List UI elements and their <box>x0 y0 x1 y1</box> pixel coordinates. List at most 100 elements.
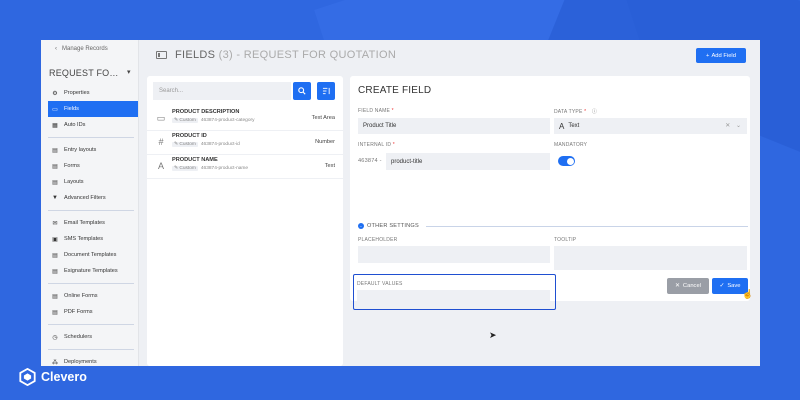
mandatory-toggle[interactable] <box>558 156 575 166</box>
field-list-item[interactable]: A PRODUCT NAME ✎ Custom 463874-product-name… <box>147 155 343 179</box>
chevron-down-icon[interactable]: ▾ <box>127 68 131 78</box>
sidebar-item-label: Advanced Filters <box>64 195 106 201</box>
other-settings-toggle[interactable]: − OTHER SETTINGS <box>358 221 748 231</box>
sidebar-item-label: Layouts <box>64 179 84 185</box>
field-list-panel: Search... ▭ PRODUCT DESCRIPTION ✎ Custom 46… <box>147 76 343 366</box>
sidebar-item-email-templates[interactable]: ✉ Email Templates <box>48 215 138 231</box>
textarea-icon: ▭ <box>156 113 166 123</box>
field-item-type: Text <box>324 163 335 169</box>
sidebar-item-label: Online Forms <box>64 293 98 299</box>
sidebar-item-fields[interactable]: ▭ Fields <box>48 101 138 117</box>
custom-badge: ✎ Custom <box>172 142 198 147</box>
field-list-item[interactable]: # PRODUCT ID ✎ Custom 463874-product-id Numb… <box>147 131 343 155</box>
back-link[interactable]: ‹ Manage Records <box>55 46 108 52</box>
sidebar-item-forms[interactable]: ▤ Forms <box>48 158 138 174</box>
tooltip-input[interactable] <box>554 246 747 270</box>
custom-badge: ✎ Custom <box>172 166 198 171</box>
sidebar-divider <box>48 283 134 284</box>
cancel-button[interactable]: ✕ Cancel <box>667 278 709 294</box>
default-values-highlight <box>353 274 556 310</box>
hash-icon: # <box>158 137 164 147</box>
field-item-type: Number <box>315 139 335 145</box>
field-item-type: Text Area <box>311 115 335 121</box>
field-icon: ▭ <box>52 106 58 113</box>
field-item-meta: ✎ Custom 463874-product-category <box>172 118 255 123</box>
doc-icon: ▤ <box>52 268 58 275</box>
sidebar-item-label: Entry layouts <box>64 147 97 153</box>
gear-icon: ⚙ <box>52 90 58 97</box>
doc-icon: ▤ <box>52 309 58 316</box>
add-field-button[interactable]: + Add Field <box>696 48 746 63</box>
sidebar-divider <box>48 349 134 350</box>
clear-icon[interactable]: ✕ <box>725 123 730 129</box>
field-list-item[interactable]: ▭ PRODUCT DESCRIPTION ✎ Custom 463874-produ… <box>147 107 343 131</box>
mouse-pointer-icon: ➤ <box>489 330 497 340</box>
field-name-label: FIELD NAME * <box>358 108 394 114</box>
sidebar-item-label: Document Templates <box>64 252 117 258</box>
sidebar-item-auto-ids[interactable]: ▦ Auto IDs <box>48 117 138 133</box>
placeholder-label: PLACEHOLDER <box>358 237 398 243</box>
field-name-input[interactable]: Product Title <box>358 118 550 134</box>
filter-icon: ▼ <box>52 195 58 201</box>
field-item-meta: ✎ Custom 463874-product-id <box>172 142 240 147</box>
sort-button[interactable] <box>317 82 335 100</box>
sidebar-item-properties[interactable]: ⚙ Properties <box>48 85 138 101</box>
sidebar-item-label: Deployments <box>64 359 97 365</box>
field-item-name: PRODUCT ID <box>172 133 207 139</box>
sidebar-item-layouts[interactable]: ▤ Layouts <box>48 174 138 190</box>
sidebar-item-label: Email Templates <box>64 220 105 226</box>
sidebar-item-schedulers[interactable]: ◷ Schedulers <box>48 329 138 345</box>
sidebar-item-label: Esignature Templates <box>64 268 118 274</box>
sidebar-item-label: Forms <box>64 163 80 169</box>
sidebar-item-online-forms[interactable]: ▤ Online Forms <box>48 288 138 304</box>
sidebar-title: REQUEST FOR QU... ▾ <box>49 68 131 78</box>
sidebar-divider <box>48 210 134 211</box>
chevron-left-icon: ‹ <box>55 46 57 52</box>
collapse-icon: − <box>358 223 364 229</box>
data-type-select[interactable]: A Text ✕ ⌄ <box>554 118 747 134</box>
clock-icon: ◷ <box>52 334 58 341</box>
hand-cursor-icon: ☝ <box>742 289 754 299</box>
app-window: ‹ Manage Records REQUEST FOR QU... ▾ ⚙ Pr… <box>41 40 760 366</box>
sidebar-item-label: Auto IDs <box>64 122 86 128</box>
search-button[interactable] <box>293 82 311 100</box>
doc-icon: ▤ <box>52 147 58 154</box>
sidebar-item-entry-layouts[interactable]: ▤ Entry layouts <box>48 142 138 158</box>
sidebar-item-document-templates[interactable]: ▤ Document Templates <box>48 247 138 263</box>
sidebar-item-esignature-templates[interactable]: ▤ Esignature Templates <box>48 263 138 279</box>
deploy-icon: ⁂ <box>52 359 58 366</box>
internal-id-label: INTERNAL ID * <box>358 142 395 148</box>
sidebar-item-label: PDF Forms <box>64 309 93 315</box>
field-item-key: 463874-product-name <box>200 166 249 171</box>
sidebar-item-pdf-forms[interactable]: ▤ PDF Forms <box>48 304 138 320</box>
doc-icon: ▤ <box>52 293 58 300</box>
chevron-down-icon[interactable]: ⌄ <box>736 123 741 129</box>
custom-badge: ✎ Custom <box>172 118 198 123</box>
plus-icon: + <box>706 52 710 59</box>
sidebar-divider <box>48 324 134 325</box>
clevero-logo-icon <box>19 368 36 386</box>
page-title: FIELDS (3) - REQUEST FOR QUOTATION <box>175 49 397 61</box>
doc-icon: ▤ <box>52 252 58 259</box>
field-item-key: 463874-product-id <box>200 142 240 147</box>
sidebar-nav: ⚙ Properties ▭ Fields ▦ Auto IDs ▤ Entry layout… <box>48 85 138 366</box>
back-link-label: Manage Records <box>62 46 108 52</box>
sidebar-item-deployments[interactable]: ⁂ Deployments <box>48 354 138 366</box>
grid-icon: ▦ <box>52 122 58 129</box>
sidebar-item-sms-templates[interactable]: ▣ SMS Templates <box>48 231 138 247</box>
sidebar-item-advanced-filters[interactable]: ▼ Advanced Filters <box>48 190 138 206</box>
placeholder-input[interactable] <box>358 246 550 263</box>
doc-icon: ▤ <box>52 179 58 186</box>
text-type-icon: A <box>559 121 565 131</box>
brand-logo: Clevero <box>18 368 87 386</box>
mail-icon: ✉ <box>52 220 58 227</box>
sidebar: ‹ Manage Records REQUEST FOR QU... ▾ ⚙ Pr… <box>41 40 139 366</box>
tooltip-label: TOOLTIP <box>554 237 577 243</box>
text-icon: A <box>157 161 164 171</box>
info-icon[interactable]: ⓘ <box>592 109 597 115</box>
close-icon: ✕ <box>675 283 680 289</box>
create-field-title: CREATE FIELD <box>358 85 432 96</box>
sms-icon: ▣ <box>52 236 58 243</box>
internal-id-input[interactable]: product-title <box>386 153 550 170</box>
search-input[interactable]: Search... <box>153 82 291 100</box>
